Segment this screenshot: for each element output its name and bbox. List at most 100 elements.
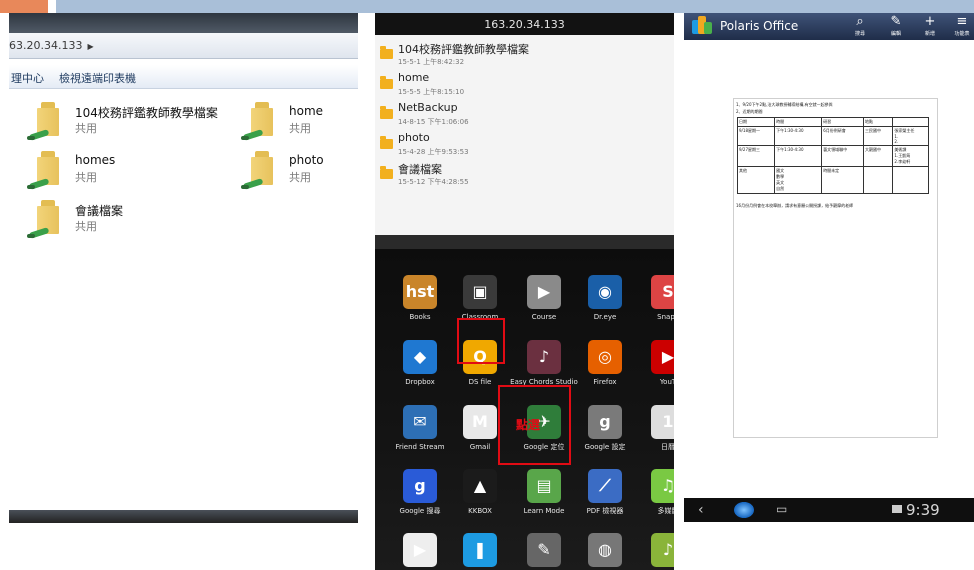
table-cell [862, 166, 894, 194]
folder-date: 15-5-12 下午4:28:55 [398, 178, 469, 186]
table-cell: 時間未定 [821, 166, 864, 194]
app-label: Snapk [657, 313, 674, 321]
folder-row[interactable]: home 15-5-5 上午8:15:10 [375, 69, 674, 99]
share-name: 會議檔案 [75, 204, 124, 218]
toolbar-item-view-remote-printers[interactable]: 檢視遠端印表機 [59, 70, 136, 86]
app-icon-item[interactable]: ◍Remote Presenter [566, 527, 636, 570]
folder-row[interactable]: NetBackup 14-8-15 下午1:06:06 [375, 99, 674, 129]
shared-folder-icon [27, 200, 67, 239]
back-icon[interactable]: ‹ [698, 502, 704, 518]
table-cell: 研習 [821, 117, 864, 127]
table-cell: 大觀國中 [862, 145, 894, 167]
app-icon-item[interactable]: ▶ YouT [629, 334, 674, 394]
share-item[interactable]: homes 共用 [19, 149, 189, 193]
table-cell [892, 117, 929, 127]
new-button[interactable]: + 新增 [918, 15, 942, 39]
folder-name: 會議檔案 [398, 163, 442, 176]
folder-icon [380, 136, 393, 149]
folder-row[interactable]: 104校務評鑑教師教學檔案 15-5-1 上午8:42:32 [375, 39, 674, 69]
table-cell: 地點 [862, 117, 894, 127]
app-icon: ♪ [527, 340, 561, 374]
app-title-bar: Polaris Office ⌕ 搜尋 ✎ 編輯 + 新增 ≡ 功能表 [684, 13, 974, 40]
annotation-tap-label: 點選 [516, 418, 541, 432]
folder-name: home [398, 71, 430, 84]
app-icon: ◉ [588, 275, 622, 309]
mail-notification-icon [892, 505, 902, 513]
doc-line-2: 2、近期的期間 [736, 109, 763, 114]
address-bar[interactable]: 63.20.34.133 ▶ [9, 33, 358, 59]
app-icon-item[interactable]: ◉ Dr.eye [566, 269, 636, 329]
breadcrumb-arrow-icon[interactable]: ▶ [87, 42, 93, 51]
app-icon-item[interactable]: S Snapk [629, 269, 674, 329]
toolbar-item-network-center[interactable]: 理中心 [11, 70, 44, 86]
folder-date: 15-5-5 上午8:15:10 [398, 88, 465, 96]
share-item[interactable]: photo 共用 [233, 149, 358, 193]
app-icon: ▶ [527, 275, 561, 309]
app-title: Polaris Office [720, 19, 799, 33]
app-label: 多媒體 [657, 507, 675, 515]
shared-folder-icon [241, 102, 281, 141]
folder-name: NetBackup [398, 101, 458, 114]
edit-button[interactable]: ✎ 編輯 [884, 15, 908, 39]
share-type: 共用 [75, 220, 97, 233]
folder-icon [380, 166, 393, 179]
app-icon: ◍ [588, 533, 622, 567]
edit-icon: ✎ [890, 14, 902, 29]
app-icon-item[interactable]: ♫ 多媒體 [629, 463, 674, 523]
app-icon-item[interactable]: g Google 設定 [566, 399, 636, 459]
app-icon: ▶ [403, 533, 437, 567]
app-icon: M [463, 405, 497, 439]
folder-list: 104校務評鑑教師教學檔案 15-5-1 上午8:42:32 home 15-5… [375, 35, 674, 235]
app-icon: ❚ [463, 533, 497, 567]
table-cell: 下午1:30-4:30 [774, 145, 823, 167]
share-name: 104校務評鑑教師教學檔案 [75, 106, 218, 120]
slide-accent-orange [0, 0, 48, 13]
app-icon-item[interactable]: ❚Polaris Office [441, 527, 511, 570]
screen-divider [375, 235, 674, 249]
edit-label: 編輯 [890, 31, 901, 37]
folder-row[interactable]: photo 15-4-28 上午9:53:53 [375, 129, 674, 159]
folder-date: 15-4-28 上午9:53:53 [398, 148, 469, 156]
recent-apps-icon[interactable]: ▭ [776, 502, 787, 516]
menu-button[interactable]: ≡ 功能表 [950, 15, 974, 39]
table-cell: 其他 [736, 166, 776, 194]
table-cell: 國文 數學 英文 自然 [774, 166, 823, 194]
table-cell: 張家榮主任 1. 2. [892, 126, 929, 146]
app-icon-item[interactable]: ♪音樂 [629, 527, 674, 570]
share-name: home [289, 104, 324, 118]
windows-explorer-panel: 63.20.34.133 ▶ 理中心 檢視遠端印表機 104校務評鑑教師教學檔案 … [9, 13, 358, 523]
highlight-ds-file-box [457, 318, 505, 364]
folder-row[interactable]: 會議檔案 15-5-12 下午4:28:55 [375, 159, 674, 189]
app-icon: ♫ [651, 469, 674, 503]
app-icon-item[interactable]: ⟋ PDF 檢視器 [566, 463, 636, 523]
share-item[interactable]: home 共用 [233, 100, 358, 144]
table-cell: 三民國中 [862, 126, 894, 146]
search-label: 搜尋 [854, 31, 865, 37]
app-icon: ✎ [527, 533, 561, 567]
home-icon[interactable] [734, 502, 754, 518]
app-icon-item[interactable]: ◎ Firefox [566, 334, 636, 394]
app-icon: ▣ [463, 275, 497, 309]
document-viewport[interactable]: 1、9/20下午2點,洽大球教授輔導結構,有空就一起參與 2、近期的期間 日期時… [684, 40, 974, 498]
app-icon-item[interactable]: 1 日曆 [629, 399, 674, 459]
app-icon-item[interactable]: ✎Practice [505, 527, 575, 570]
app-icon: ✉ [403, 405, 437, 439]
share-item[interactable]: 會議檔案 共用 [19, 198, 189, 242]
app-icon: g [588, 405, 622, 439]
table-cell: 9/27星期三 [736, 145, 776, 167]
document-page: 1、9/20下午2點,洽大球教授輔導結構,有空就一起參與 2、近期的期間 日期時… [733, 98, 938, 438]
share-type: 共用 [289, 122, 311, 135]
app-icon-item[interactable]: ▲ KKBOX [441, 463, 511, 523]
address-text: 63.20.34.133 [9, 39, 83, 52]
table-cell: 藝文領域聯中 [821, 145, 864, 167]
plus-icon: + [924, 14, 936, 29]
app-icon: ▤ [527, 469, 561, 503]
app-icon: ▲ [463, 469, 497, 503]
polaris-logo-icon [692, 16, 712, 36]
app-icon: hst [403, 275, 437, 309]
search-button[interactable]: ⌕ 搜尋 [848, 15, 872, 39]
share-item[interactable]: 104校務評鑑教師教學檔案 共用 [19, 100, 218, 144]
folder-name: photo [398, 131, 430, 144]
server-address-title: 163.20.34.133 [375, 13, 674, 35]
shared-folder-icon [27, 102, 67, 141]
